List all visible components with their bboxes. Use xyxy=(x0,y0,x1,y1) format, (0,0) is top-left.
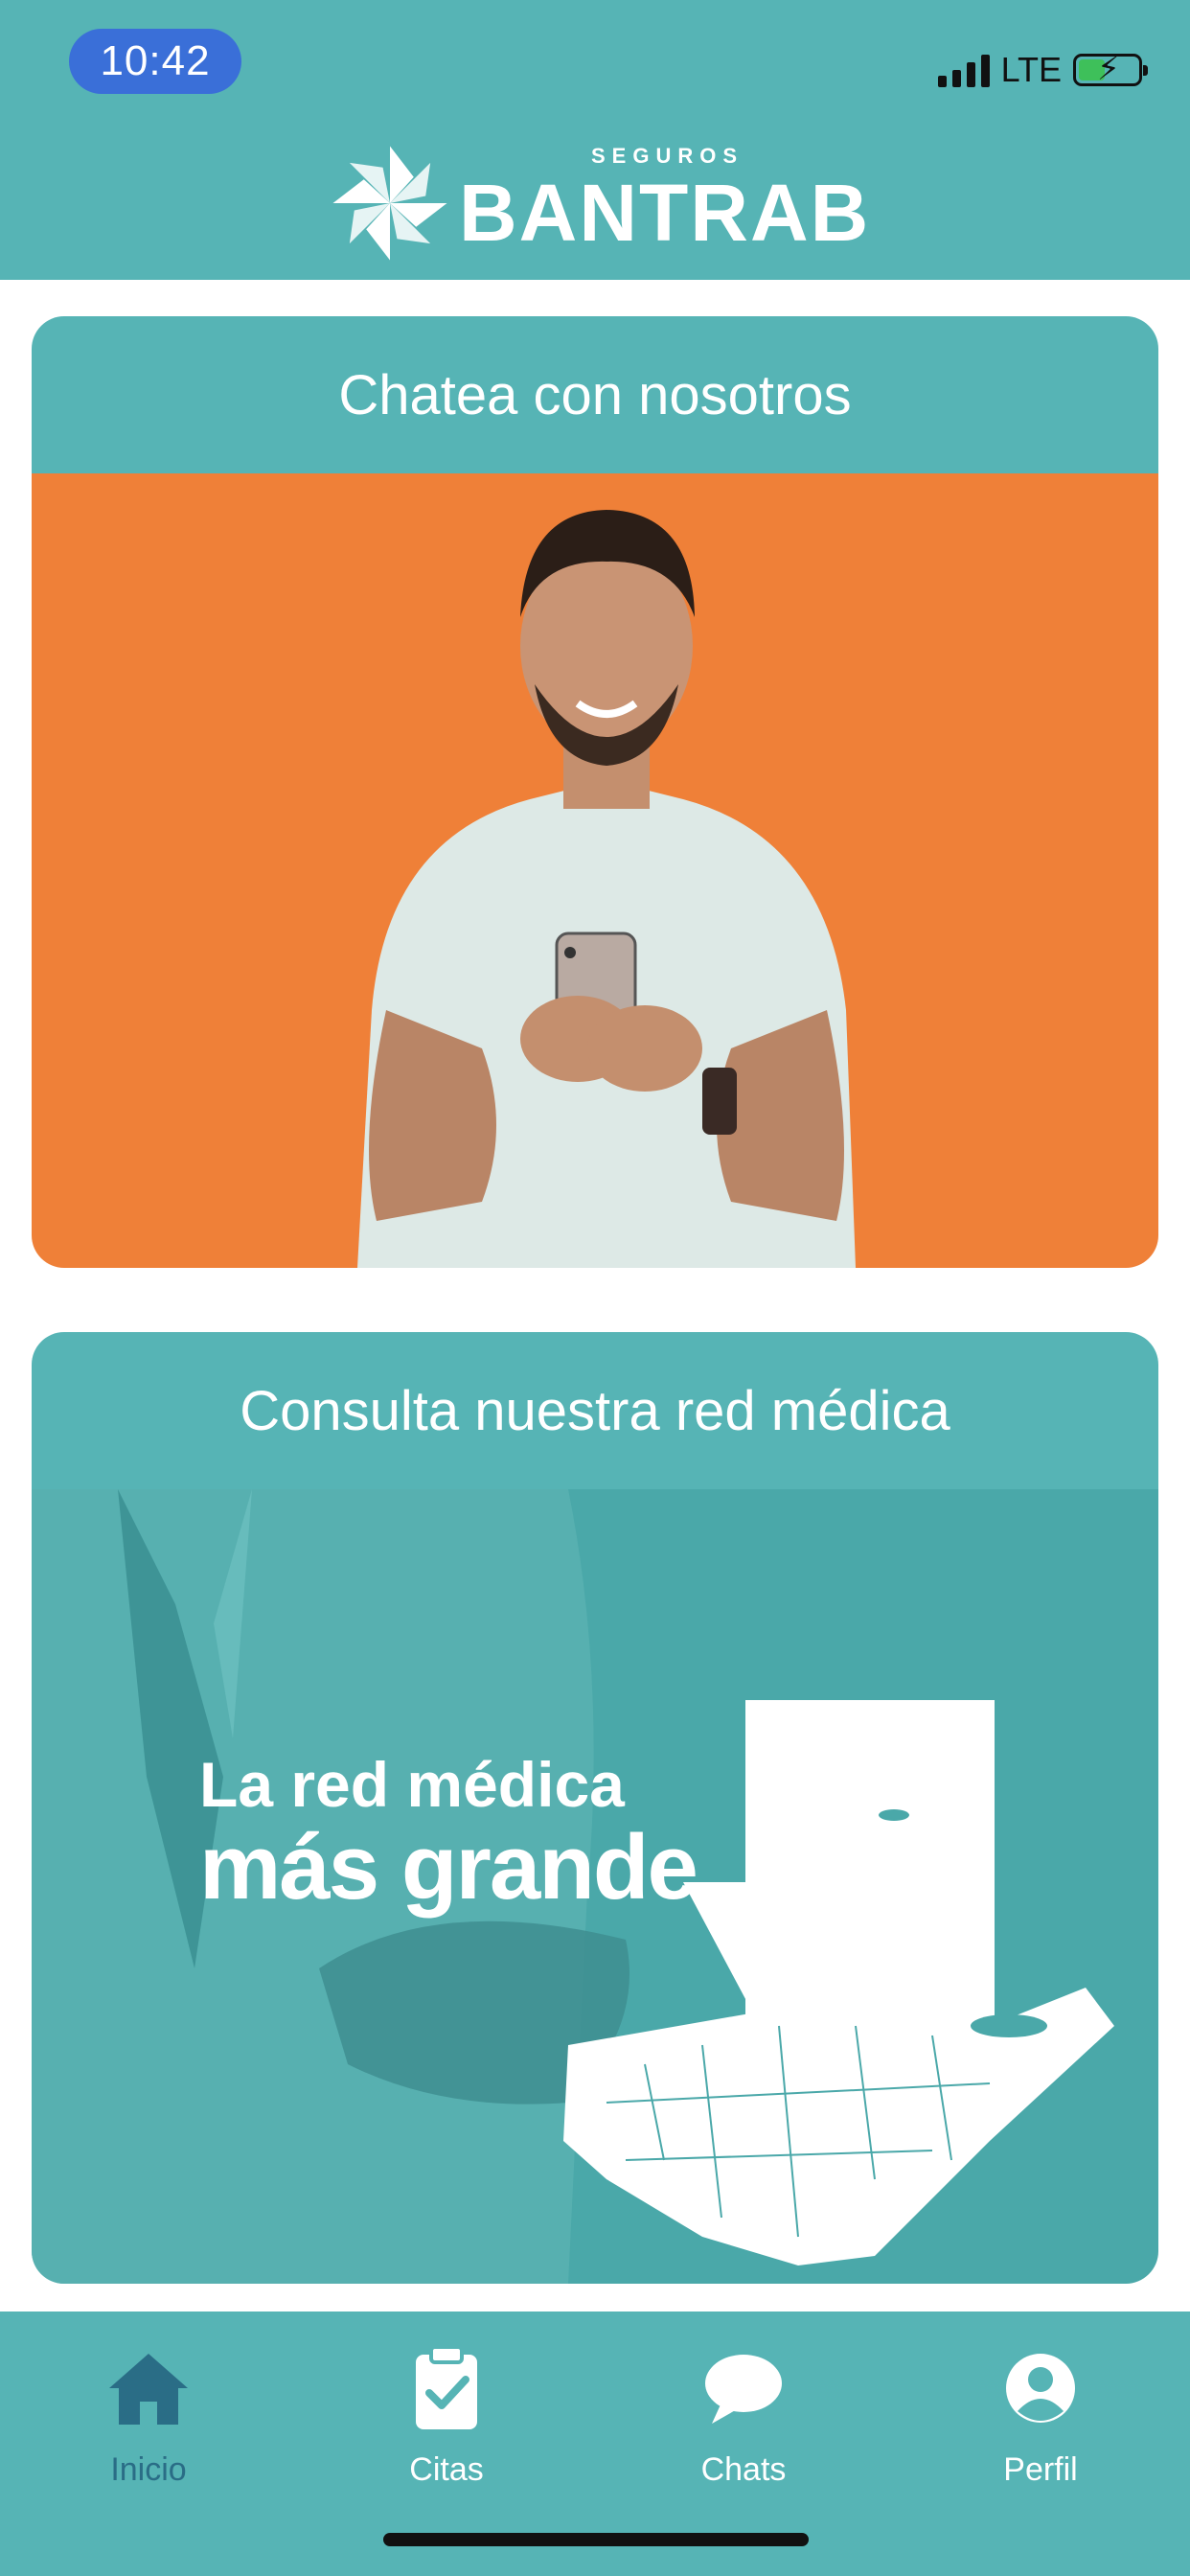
nav-item-perfil[interactable]: Perfil xyxy=(945,2340,1136,2489)
chat-bubble-icon xyxy=(648,2340,839,2436)
battery-charging-icon: ⚡ xyxy=(1073,53,1148,86)
clipboard-check-icon xyxy=(351,2340,542,2436)
home-indicator[interactable] xyxy=(383,2533,809,2546)
nav-label-inicio: Inicio xyxy=(110,2451,187,2488)
chat-card[interactable]: Chatea con nosotros xyxy=(32,316,1158,1268)
promo-line-1: La red médica xyxy=(199,1749,625,1820)
brand-subtitle: SEGUROS xyxy=(591,143,744,168)
status-time: 10:42 xyxy=(69,29,241,94)
medical-network-card-image: La red médica más grande xyxy=(32,1489,1158,2284)
brand-logo: SEGUROS BANTRAB xyxy=(331,144,870,263)
nav-label-chats: Chats xyxy=(700,2451,787,2488)
nav-label-perfil: Perfil xyxy=(1003,2451,1078,2488)
nav-item-chats[interactable]: Chats xyxy=(648,2340,839,2489)
nav-label-citas: Citas xyxy=(409,2451,484,2488)
signal-icon xyxy=(937,53,990,87)
user-circle-icon xyxy=(945,2340,1136,2436)
bantrab-pinwheel-icon xyxy=(332,146,447,261)
brand-name: BANTRAB xyxy=(459,167,871,258)
medical-network-card[interactable]: Consulta nuestra red médica La red médic… xyxy=(32,1332,1158,2284)
chat-card-image xyxy=(32,473,1158,1268)
status-icons: LTE ⚡ xyxy=(937,50,1148,90)
home-icon xyxy=(53,2340,244,2436)
network-label: LTE xyxy=(1000,50,1062,89)
medical-network-card-title: Consulta nuestra red médica xyxy=(32,1332,1158,1489)
app-header: 10:42 LTE ⚡ SEGUROS BANTRAB xyxy=(0,0,1190,280)
promo-line-2: más grande xyxy=(199,1816,698,1919)
man-with-phone-illustration xyxy=(357,510,856,1268)
chat-card-title: Chatea con nosotros xyxy=(32,316,1158,473)
nav-item-inicio[interactable]: Inicio xyxy=(53,2340,244,2489)
nav-item-citas[interactable]: Citas xyxy=(351,2340,542,2489)
